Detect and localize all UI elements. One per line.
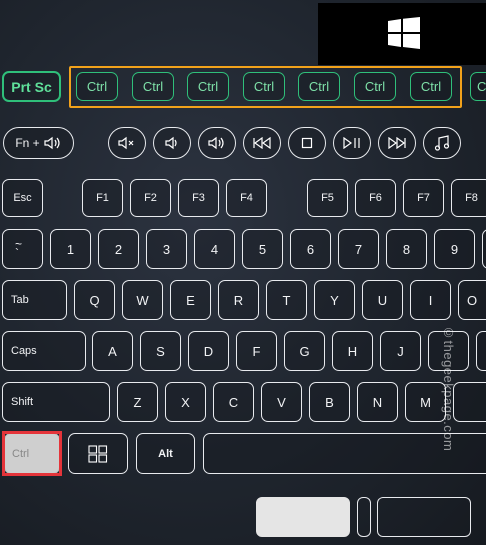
f8-key[interactable]: F8 (451, 179, 486, 217)
v-key[interactable]: V (261, 382, 302, 422)
fn-label: Fn + (15, 136, 40, 150)
ctrl-key-7[interactable]: Ctrl (410, 72, 452, 101)
shift-key[interactable]: Shift (2, 382, 110, 422)
ctrl-key-1[interactable]: Ctrl (76, 72, 118, 101)
stop-icon (301, 137, 313, 149)
f4-key[interactable]: F4 (226, 179, 267, 217)
windows-logo-panel (318, 3, 486, 65)
ctrl-key-2[interactable]: Ctrl (132, 72, 174, 101)
volume-up-key[interactable] (198, 127, 236, 159)
fn-volume-key[interactable]: Fn + (3, 127, 74, 159)
tilde-key[interactable]: ~ ` (2, 229, 43, 269)
key-2[interactable]: 2 (98, 229, 139, 269)
backtick-label: ` (15, 246, 19, 260)
key-3[interactable]: 3 (146, 229, 187, 269)
f6-key[interactable]: F6 (355, 179, 396, 217)
windows-key[interactable] (68, 433, 128, 474)
y-key[interactable]: Y (314, 280, 355, 320)
j-key[interactable]: J (380, 331, 421, 371)
i-key[interactable]: I (410, 280, 451, 320)
caps-key[interactable]: Caps (2, 331, 86, 371)
play-pause-key[interactable] (333, 127, 371, 159)
q-key[interactable]: Q (74, 280, 115, 320)
ctrl-key-6[interactable]: Ctrl (354, 72, 396, 101)
partial-key-right[interactable]: C (470, 72, 486, 101)
partial-key-o[interactable]: O (458, 280, 486, 320)
key-9[interactable]: 9 (434, 229, 475, 269)
u-key[interactable]: U (362, 280, 403, 320)
z-key[interactable]: Z (117, 382, 158, 422)
partial-key-bottom-narrow[interactable] (357, 497, 371, 537)
previous-track-key[interactable] (243, 127, 281, 159)
b-key[interactable]: B (309, 382, 350, 422)
key-6[interactable]: 6 (290, 229, 331, 269)
partial-key-comma[interactable] (453, 382, 486, 422)
speaker-icon (44, 136, 60, 150)
partial-key-bottom-filled[interactable] (256, 497, 350, 537)
volume-up-icon (208, 136, 224, 150)
key-7[interactable]: 7 (338, 229, 379, 269)
key-8[interactable]: 8 (386, 229, 427, 269)
music-key[interactable] (423, 127, 461, 159)
c-key[interactable]: C (213, 382, 254, 422)
h-key[interactable]: H (332, 331, 373, 371)
esc-key[interactable]: Esc (2, 179, 43, 217)
stop-key[interactable] (288, 127, 326, 159)
a-key[interactable]: A (92, 331, 133, 371)
x-key[interactable]: X (165, 382, 206, 422)
d-key[interactable]: D (188, 331, 229, 371)
tab-key[interactable]: Tab (2, 280, 67, 320)
prtsc-key[interactable]: Prt Sc (2, 71, 61, 102)
f5-key[interactable]: F5 (307, 179, 348, 217)
play-pause-icon (343, 137, 360, 149)
ctrl-key-5[interactable]: Ctrl (298, 72, 340, 101)
r-key[interactable]: R (218, 280, 259, 320)
next-track-icon (388, 137, 406, 149)
w-key[interactable]: W (122, 280, 163, 320)
f1-key[interactable]: F1 (82, 179, 123, 217)
key-4[interactable]: 4 (194, 229, 235, 269)
volume-down-icon (165, 136, 177, 150)
next-track-key[interactable] (378, 127, 416, 159)
f-key[interactable]: F (236, 331, 277, 371)
mute-icon (118, 136, 134, 150)
music-note-icon (434, 135, 450, 151)
partial-key-l[interactable] (476, 331, 486, 371)
previous-track-icon (253, 137, 271, 149)
partial-key-0[interactable] (482, 229, 486, 269)
ctrl-key-4[interactable]: Ctrl (243, 72, 285, 101)
t-key[interactable]: T (266, 280, 307, 320)
alt-key[interactable]: Alt (136, 433, 195, 474)
f7-key[interactable]: F7 (403, 179, 444, 217)
key-5[interactable]: 5 (242, 229, 283, 269)
partial-key-bottom-outline[interactable] (377, 497, 471, 537)
watermark: ©thegeekpage.com (441, 325, 456, 452)
e-key[interactable]: E (170, 280, 211, 320)
s-key[interactable]: S (140, 331, 181, 371)
windows-key-icon (88, 444, 108, 463)
g-key[interactable]: G (284, 331, 325, 371)
n-key[interactable]: N (357, 382, 398, 422)
key-1[interactable]: 1 (50, 229, 91, 269)
ctrl-key-3[interactable]: Ctrl (187, 72, 229, 101)
volume-down-key[interactable] (153, 127, 191, 159)
f2-key[interactable]: F2 (130, 179, 171, 217)
ctrl-key-highlight (2, 431, 62, 476)
windows-logo-icon (388, 17, 420, 49)
mute-key[interactable] (108, 127, 146, 159)
f3-key[interactable]: F3 (178, 179, 219, 217)
